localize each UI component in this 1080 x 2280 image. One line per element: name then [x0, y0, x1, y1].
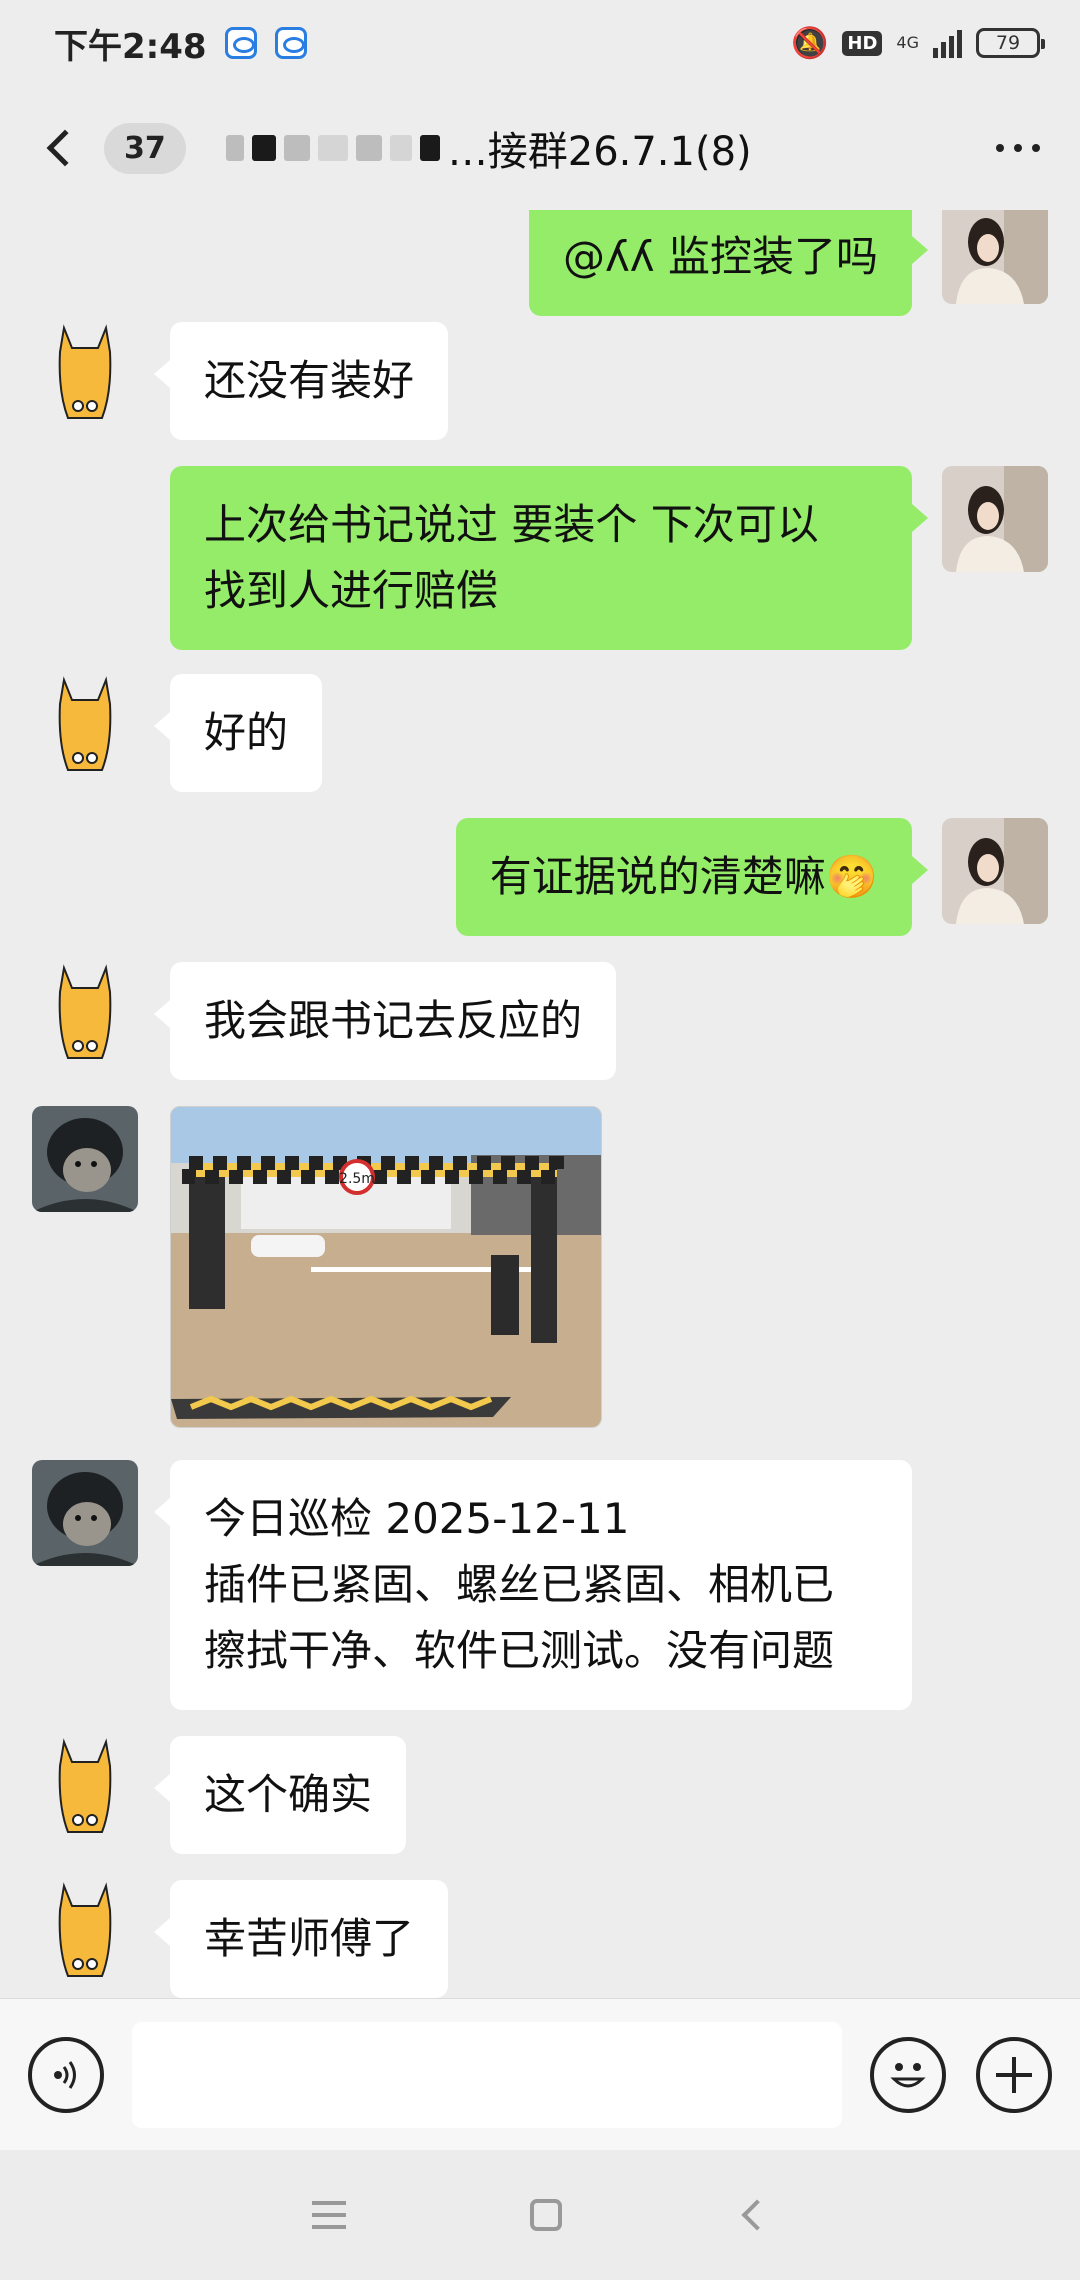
avatar-helmet-dog[interactable] — [32, 1106, 138, 1212]
cloud-app-icon — [224, 27, 257, 59]
chat-input-bar — [0, 1998, 1080, 2150]
home-icon[interactable] — [530, 2199, 562, 2231]
chat-screen: 下午2:48 🔕 HD 4G 79 37 …接群26.7.1(8) @ʎʎ 监控… — [0, 0, 1080, 2280]
chat-header: 37 …接群26.7.1(8) — [0, 86, 1080, 210]
message-text: 有证据说的清楚嘛 — [489, 852, 826, 901]
avatar-yellow-character[interactable] — [32, 1880, 138, 1986]
message-bubble-incoming[interactable]: 幸苦师傅了 — [153, 1880, 449, 1998]
mute-vibrate-icon: 🔕 — [791, 25, 829, 61]
photo-message[interactable]: 2.5m — [170, 1106, 602, 1428]
status-time: 下午2:48 — [54, 26, 207, 67]
message-bubble-incoming[interactable]: 好的 — [153, 674, 323, 792]
nav-back-icon[interactable] — [741, 2199, 773, 2231]
back-chevron-icon[interactable] — [46, 129, 84, 167]
message-line: 上次给书记说过 要装个 下次可以 — [204, 500, 819, 549]
status-bar: 下午2:48 🔕 HD 4G 79 — [0, 0, 1080, 86]
message-bubble-incoming[interactable]: 今日巡检 2025-12-11 插件已紧固、螺丝已紧固、相机已 擦拭干净、软件已… — [154, 1460, 912, 1710]
network-type: 4G — [896, 33, 919, 52]
redacted-block — [355, 135, 382, 161]
more-icon[interactable] — [996, 144, 1040, 152]
redacted-block — [389, 135, 412, 161]
message-line: 找到人进行赔偿 — [204, 566, 499, 615]
height-limit-sign: 2.5m — [339, 1171, 375, 1187]
chat-title-text: …接群26.7.1(8) — [447, 129, 752, 175]
battery-icon: 79 — [976, 28, 1045, 58]
avatar-yellow-character[interactable] — [32, 1736, 138, 1842]
redacted-block — [317, 135, 348, 161]
avatar-self[interactable] — [942, 466, 1048, 572]
message-bubble-incoming[interactable]: 还没有装好 — [153, 322, 449, 440]
emoji-covering-mouth-icon: 🤭 — [825, 852, 878, 901]
unread-count-badge[interactable]: 37 — [104, 122, 186, 174]
message-bubble-outgoing[interactable]: 有证据说的清楚嘛🤭 — [455, 818, 929, 936]
message-bubble-incoming[interactable]: 这个确实 — [153, 1736, 407, 1854]
voice-icon[interactable] — [28, 2036, 104, 2113]
plus-icon[interactable] — [976, 2036, 1052, 2113]
avatar-yellow-character[interactable] — [32, 962, 138, 1068]
hd-badge: HD — [842, 30, 883, 56]
redacted-block — [283, 135, 310, 161]
message-line: 擦拭干净、软件已测试。没有问题 — [204, 1626, 835, 1675]
avatar-yellow-character[interactable] — [32, 322, 138, 428]
message-bubble-incoming[interactable]: 我会跟书记去反应的 — [153, 962, 617, 1080]
emoji-icon[interactable] — [870, 2036, 946, 2113]
redacted-block — [225, 135, 244, 161]
redacted-block — [419, 135, 440, 161]
chat-title: …接群26.7.1(8) — [225, 119, 986, 177]
avatar-self[interactable] — [942, 210, 1048, 304]
redacted-block — [251, 135, 276, 161]
system-nav-bar — [0, 2150, 1080, 2280]
message-line: 插件已紧固、螺丝已紧固、相机已 — [204, 1560, 835, 1609]
avatar-helmet-dog[interactable] — [32, 1460, 138, 1566]
message-line: 今日巡检 2025-12-11 — [204, 1494, 630, 1543]
status-indicators: 🔕 HD 4G 79 — [791, 25, 1045, 61]
message-input[interactable] — [132, 2021, 842, 2128]
avatar-self[interactable] — [942, 818, 1048, 924]
menu-icon[interactable] — [312, 2201, 346, 2229]
message-list[interactable]: @ʎʎ 监控装了吗 还没有装好 上次给书记说过 要装个 下次可以 找到人进行赔偿… — [0, 210, 1080, 1998]
signal-strength-icon — [933, 28, 962, 58]
message-bubble-outgoing[interactable]: 上次给书记说过 要装个 下次可以 找到人进行赔偿 — [170, 466, 928, 650]
message-bubble-outgoing[interactable]: @ʎʎ 监控装了吗 — [528, 210, 929, 316]
avatar-yellow-character[interactable] — [32, 674, 138, 780]
cloud-app-icon-2 — [274, 27, 307, 59]
battery-level: 79 — [995, 32, 1021, 54]
